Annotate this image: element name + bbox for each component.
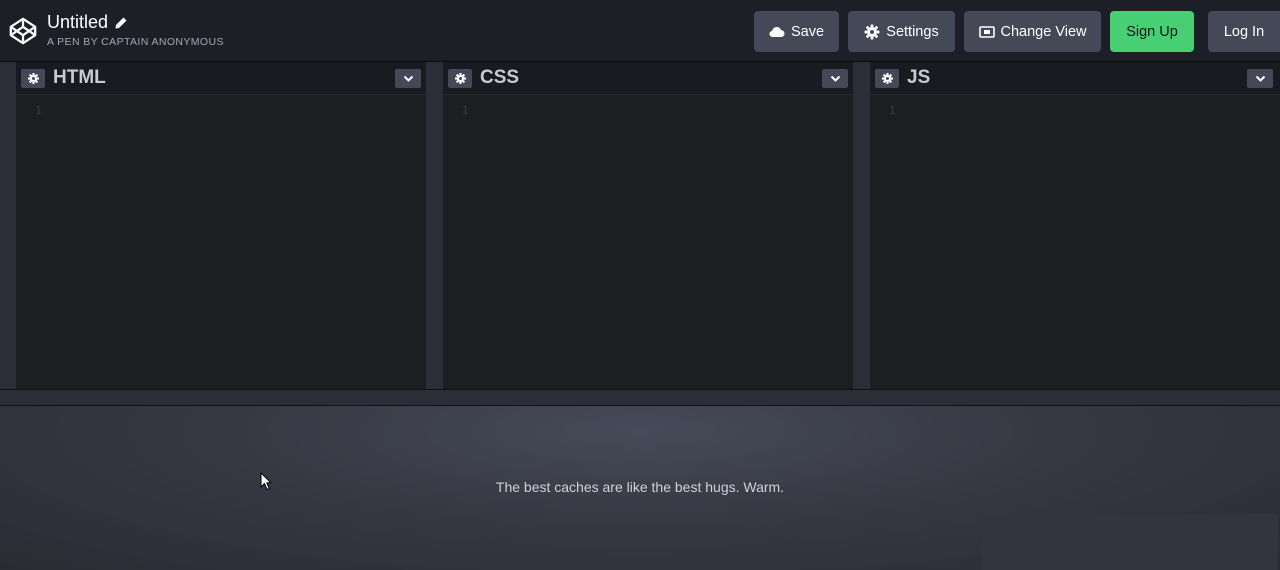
js-settings-button[interactable] (875, 69, 899, 88)
line-number: 1 (35, 104, 42, 117)
editors-area: HTML 1 CSS 1 JS 1 (0, 62, 1280, 389)
cloud-icon (769, 27, 785, 37)
js-editor[interactable]: JS 1 (870, 62, 1280, 389)
css-collapse-button[interactable] (822, 69, 848, 88)
chevron-down-icon (1255, 75, 1265, 82)
preview-message: The best caches are like the best hugs. … (495, 479, 785, 495)
html-editor-title: HTML (53, 67, 106, 88)
layout-view-icon (978, 25, 995, 38)
preview-pane[interactable]: The best caches are like the best hugs. … (0, 406, 1280, 570)
log-in-button[interactable]: Log In (1208, 11, 1280, 52)
js-editor-header: JS (870, 62, 1280, 95)
html-collapse-button[interactable] (395, 69, 421, 88)
save-button[interactable]: Save (754, 11, 839, 52)
css-settings-button[interactable] (448, 69, 472, 88)
preview-resizer-handle[interactable] (0, 389, 1280, 406)
pen-title-block: Untitled A PEN BY CAPTAIN ANONYMOUS (47, 12, 224, 48)
settings-label: Settings (886, 23, 939, 40)
css-editor[interactable]: CSS 1 (443, 62, 853, 389)
edit-pencil-icon[interactable] (114, 16, 128, 30)
pen-author: A PEN BY CAPTAIN ANONYMOUS (47, 36, 224, 48)
line-number: 1 (462, 104, 469, 117)
change-view-button[interactable]: Change View (964, 11, 1101, 52)
mouse-pointer-icon (260, 472, 272, 490)
gear-icon (864, 24, 880, 39)
gear-icon (454, 73, 466, 84)
change-view-label: Change View (1000, 23, 1087, 40)
preview-corner-panel (982, 514, 1278, 570)
gear-icon (881, 73, 893, 84)
settings-button[interactable]: Settings (848, 11, 955, 52)
chevron-down-icon (830, 75, 840, 82)
css-editor-header: CSS (443, 62, 853, 95)
log-in-label: Log In (1223, 23, 1265, 40)
top-header: Untitled A PEN BY CAPTAIN ANONYMOUS Save (0, 0, 1280, 62)
chevron-down-icon (403, 75, 413, 82)
codepen-logo-icon[interactable] (8, 15, 38, 47)
html-settings-button[interactable] (21, 69, 45, 88)
html-editor[interactable]: HTML 1 (16, 62, 426, 389)
gear-icon (27, 73, 39, 84)
line-number: 1 (889, 104, 896, 117)
sign-up-button[interactable]: Sign Up (1110, 11, 1194, 52)
pen-title[interactable]: Untitled (47, 12, 108, 33)
css-editor-title: CSS (480, 67, 520, 88)
html-editor-header: HTML (16, 62, 426, 95)
js-collapse-button[interactable] (1247, 69, 1273, 88)
save-label: Save (790, 23, 825, 40)
sign-up-label: Sign Up (1126, 23, 1178, 40)
js-editor-title: JS (907, 67, 931, 88)
